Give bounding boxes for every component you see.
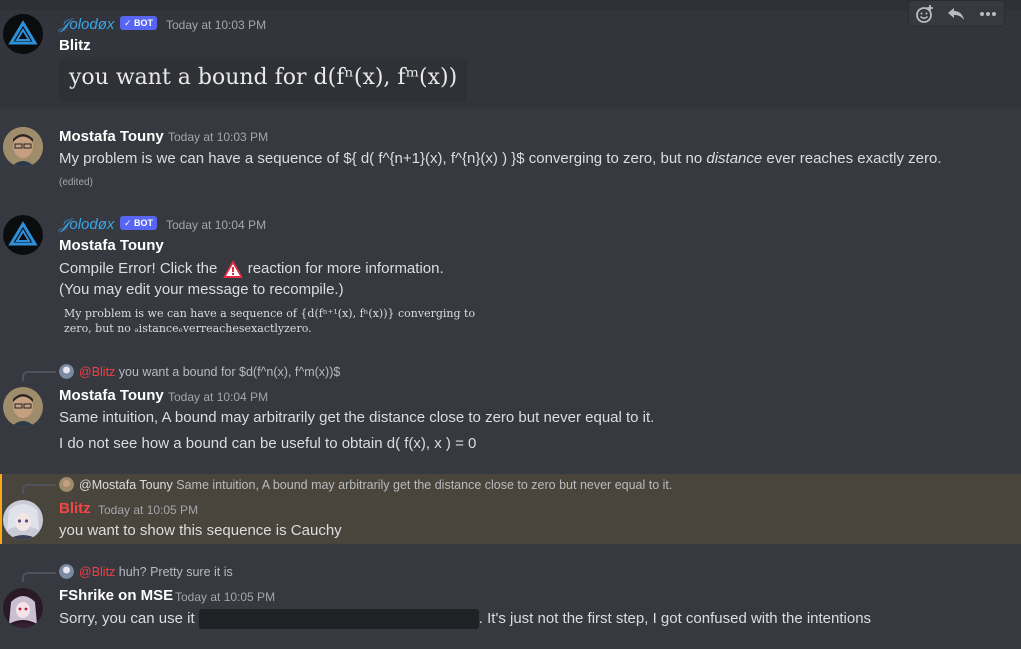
message-blitz: @Mostafa Touny Same intuition, A bound m… <box>0 474 1021 544</box>
reply-mention[interactable]: @Blitz <box>79 565 115 579</box>
message-text: Sorry, you can use it . It's just not th… <box>59 609 871 629</box>
timestamp[interactable]: Today at 10:03 PM <box>166 18 266 32</box>
author-name[interactable]: Mostafa Touny <box>59 128 164 145</box>
message-text-emphasis: distance <box>706 150 763 167</box>
reply-icon[interactable] <box>944 3 968 25</box>
message-text-part: ever reaches exactly zero. <box>762 150 942 167</box>
message-mostafa-1: Mostafa Touny Today at 10:03 PM My probl… <box>0 108 1021 200</box>
message-bot-1: 𝒥olodøx ✓ BOT Today at 10:03 PM Blitz yo… <box>0 0 1021 108</box>
message-fshrike: @Blitz huh? Pretty sure it is FShrike on… <box>0 544 1021 649</box>
reply-preview[interactable]: @Blitz huh? Pretty sure it is <box>79 565 233 579</box>
reply-mention[interactable]: @Blitz <box>79 365 115 379</box>
message-text: I do not see how a bound can be useful t… <box>59 435 477 452</box>
author-name[interactable]: Blitz <box>59 500 91 517</box>
reply-text: Same intuition, A bound may arbitrarily … <box>176 478 673 492</box>
message-mostafa-2: @Blitz you want a bound for $d(f^n(x), f… <box>0 350 1021 474</box>
compile-error-line: Compile Error! Click the reaction for mo… <box>59 259 444 279</box>
reply-connector <box>22 484 56 494</box>
message-toolbar <box>908 0 1005 27</box>
embed-author: Mostafa Touny <box>59 237 164 254</box>
reply-avatar <box>59 477 74 492</box>
bot-badge: ✓ BOT <box>120 16 158 30</box>
avatar[interactable] <box>3 215 43 255</box>
avatar[interactable] <box>3 127 43 167</box>
author-name[interactable]: Mostafa Touny <box>59 387 164 404</box>
author-name[interactable]: FShrike on MSE <box>59 587 173 604</box>
author-name[interactable]: 𝒥olodøx <box>59 16 114 33</box>
message-text-part: . It's just not the first step, I got co… <box>478 609 872 627</box>
bot-badge: ✓ BOT <box>120 216 158 230</box>
reply-preview[interactable]: @Mostafa Touny Same intuition, A bound m… <box>79 478 672 492</box>
latex-render[interactable]: My problem is we can have a sequence of … <box>64 306 475 336</box>
top-divider <box>0 0 1021 10</box>
reply-text: huh? Pretty sure it is <box>118 565 233 579</box>
avatar[interactable] <box>3 14 43 54</box>
avatar[interactable] <box>3 500 43 540</box>
reply-text: you want a bound for $d(f^n(x), f^m(x))$ <box>118 365 341 379</box>
author-name[interactable]: 𝒥olodøx <box>59 216 114 233</box>
latex-line: My problem is we can have a sequence of … <box>64 307 476 320</box>
message-text-part: reaction for more information. <box>243 259 444 277</box>
timestamp[interactable]: Today at 10:05 PM <box>175 590 275 604</box>
latex-line: zero, but no ₔistanceₑverreachesexactlyz… <box>64 322 312 335</box>
message-bot-2: 𝒥olodøx ✓ BOT Today at 10:04 PM Mostafa … <box>0 200 1021 350</box>
timestamp[interactable]: Today at 10:03 PM <box>168 130 268 144</box>
reply-avatar <box>59 564 74 579</box>
reply-preview[interactable]: @Blitz you want a bound for $d(f^n(x), f… <box>79 365 340 379</box>
timestamp[interactable]: Today at 10:04 PM <box>168 390 268 404</box>
message-text-part: Compile Error! Click the <box>59 259 222 277</box>
spoiler-block[interactable] <box>198 609 479 629</box>
message-text: Same intuition, A bound may arbitrarily … <box>59 409 655 426</box>
reply-connector <box>22 371 56 381</box>
reply-avatar <box>59 364 74 379</box>
edited-label: (edited) <box>59 177 93 188</box>
warning-icon <box>222 259 244 279</box>
message-text: My problem is we can have a sequence of … <box>59 150 941 167</box>
latex-render[interactable]: you want a bound for d(fⁿ(x), fᵐ(x)) <box>59 59 468 102</box>
avatar[interactable] <box>3 387 43 427</box>
recompile-line: (You may edit your message to recompile.… <box>59 281 344 298</box>
add-reaction-icon[interactable] <box>913 3 937 25</box>
reply-author[interactable]: @Mostafa Touny <box>79 478 173 492</box>
embed-author: Blitz <box>59 37 91 54</box>
more-icon[interactable] <box>976 3 1000 25</box>
message-text: you want to show this sequence is Cauchy <box>59 522 342 539</box>
message-text-part: Sorry, you can use it <box>59 609 199 627</box>
timestamp[interactable]: Today at 10:04 PM <box>166 218 266 232</box>
message-text-part: My problem is we can have a sequence of … <box>59 150 707 167</box>
timestamp[interactable]: Today at 10:05 PM <box>98 503 198 517</box>
avatar[interactable] <box>3 588 43 628</box>
reply-connector <box>22 572 56 582</box>
